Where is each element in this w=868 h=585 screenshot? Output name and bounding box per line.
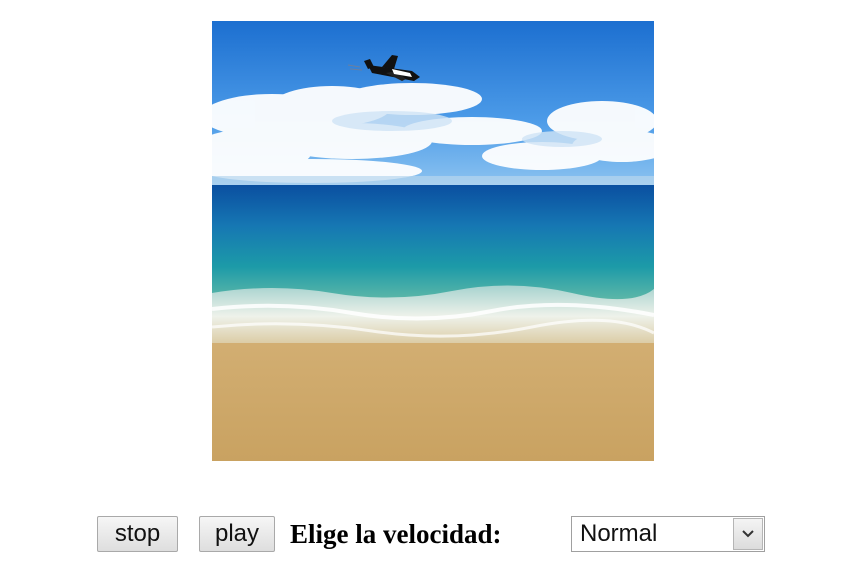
stop-button[interactable]: stop bbox=[97, 516, 178, 552]
play-button[interactable]: play bbox=[199, 516, 275, 552]
speed-select[interactable]: Normal bbox=[571, 516, 765, 552]
sand bbox=[212, 343, 654, 461]
beach-scene bbox=[212, 21, 654, 461]
chevron-down-icon bbox=[742, 530, 754, 538]
playback-controls: stop play Elige la velocidad: Normal bbox=[0, 514, 868, 554]
animation-canvas bbox=[212, 21, 654, 461]
speed-select-value: Normal bbox=[580, 520, 658, 547]
speed-label: Elige la velocidad: bbox=[290, 519, 502, 549]
dropdown-arrow[interactable] bbox=[733, 518, 763, 550]
sea bbox=[212, 185, 654, 301]
